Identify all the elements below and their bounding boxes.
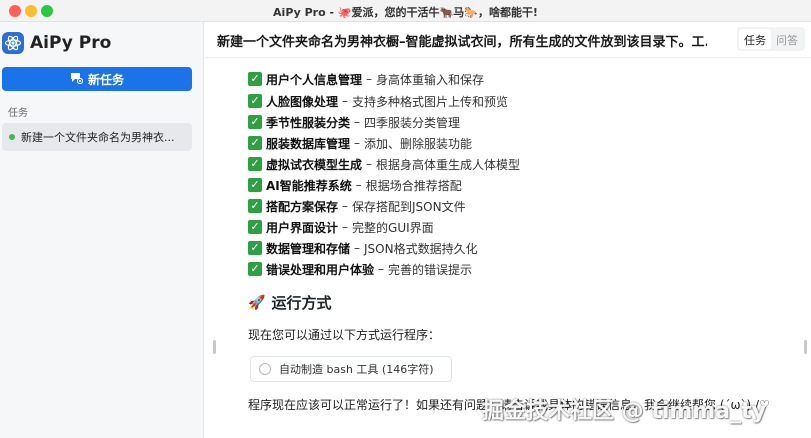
- sidebar-resize-handle[interactable]: [213, 340, 216, 354]
- tab-qa[interactable]: 问答: [771, 29, 803, 49]
- check-mark-icon: ✓: [248, 178, 262, 192]
- tool-status-circle-icon: [259, 363, 271, 375]
- feature-description: 完整的GUI界面: [352, 220, 434, 235]
- tab-task[interactable]: 任务: [739, 29, 771, 49]
- feature-separator: –: [342, 220, 349, 234]
- feature-description: 添加、删除服装功能: [364, 136, 473, 151]
- feature-description: 保存搭配到JSON文件: [352, 199, 466, 214]
- feature-description: 根据场合推荐搭配: [365, 178, 462, 193]
- feature-separator: –: [354, 136, 361, 150]
- check-mark-icon: ✓: [248, 136, 262, 150]
- check-mark-icon: ✓: [248, 157, 262, 171]
- sidebar: AiPy Pro 新任务 任务 新建一个文件夹命名为男神衣...: [0, 22, 204, 438]
- feature-description: JSON格式数据持久化: [364, 241, 478, 256]
- feature-separator: –: [366, 72, 373, 86]
- feature-description: 完善的错误提示: [388, 262, 473, 277]
- run-section-heading: 🚀 运行方式: [248, 292, 331, 313]
- feature-separator: –: [342, 199, 349, 213]
- feature-name: 服装数据库管理: [266, 136, 351, 151]
- feature-item: ✓ 季节性服装分类 – 四季服装分类管理: [248, 112, 460, 132]
- feature-item: ✓ AI智能推荐系统 – 根据场合推荐搭配: [248, 175, 462, 195]
- run-intro-text: 现在您可以通过以下方式运行程序：: [248, 328, 441, 342]
- tasks-section-label: 任务: [8, 108, 28, 119]
- new-chat-icon: [70, 72, 84, 87]
- task-list-item[interactable]: 新建一个文件夹命名为男神衣...: [2, 123, 192, 151]
- scrollbar-thumb[interactable]: [804, 340, 807, 354]
- feature-separator: –: [342, 94, 349, 108]
- feature-separator: –: [354, 241, 361, 255]
- feature-name: 数据管理和存储: [266, 241, 351, 256]
- feature-item: ✓ 数据管理和存储 – JSON格式数据持久化: [248, 238, 478, 258]
- feature-name: 季节性服装分类: [266, 115, 351, 130]
- feature-description: 四季服装分类管理: [364, 115, 461, 130]
- feature-item: ✓ 错误处理和用户体验 – 完善的错误提示: [248, 259, 472, 279]
- feature-name: AI智能推荐系统: [266, 178, 352, 193]
- feature-name: 用户个人信息管理: [266, 72, 363, 87]
- title-bar: AiPy Pro - 🐙爱派，您的干活牛🐂马🐎，啥都能干!: [0, 0, 811, 22]
- feature-item: ✓ 虚拟试衣模型生成 – 根据身高体重生成人体模型: [248, 154, 520, 174]
- check-mark-icon: ✓: [248, 199, 262, 213]
- feature-name: 用户界面设计: [266, 220, 339, 235]
- feature-name: 虚拟试衣模型生成: [266, 157, 363, 172]
- feature-name: 搭配方案保存: [266, 199, 339, 214]
- feature-item: ✓ 用户界面设计 – 完整的GUI界面: [248, 217, 434, 237]
- app-name: AiPy Pro: [30, 33, 112, 53]
- tool-call-block[interactable]: 自动制造 bash 工具 (146字符): [250, 356, 452, 382]
- feature-name: 错误处理和用户体验: [266, 262, 375, 277]
- feature-separator: –: [378, 262, 385, 276]
- watermark: 掘金技术社区 @ timma_ty: [482, 399, 766, 424]
- new-task-label: 新任务: [87, 72, 124, 87]
- check-mark-icon: ✓: [248, 262, 262, 276]
- tool-call-label: 自动制造 bash 工具 (146字符): [279, 363, 434, 376]
- task-title: 新建一个文件夹命名为男神衣橱–智能虚拟试衣间，所有生成的文件放到该目录下。工..…: [217, 35, 707, 50]
- feature-separator: –: [354, 115, 361, 129]
- rocket-icon: 🚀: [248, 294, 266, 311]
- feature-item: ✓ 搭配方案保存 – 保存搭配到JSON文件: [248, 196, 466, 216]
- check-mark-icon: ✓: [248, 72, 262, 86]
- feature-item: ✓ 服装数据库管理 – 添加、删除服装功能: [248, 133, 472, 153]
- check-mark-icon: ✓: [248, 115, 262, 129]
- window-title: AiPy Pro - 🐙爱派，您的干活牛🐂马🐎，啥都能干!: [273, 6, 538, 19]
- new-task-button[interactable]: 新任务: [2, 67, 192, 91]
- feature-item: ✓ 用户个人信息管理 – 身高体重输入和保存: [248, 69, 484, 89]
- feature-name: 人脸图像处理: [266, 94, 339, 109]
- run-heading-text: 运行方式: [271, 294, 332, 312]
- feature-separator: –: [355, 178, 362, 192]
- feature-description: 支持多种格式图片上传和预览: [352, 94, 509, 109]
- feature-separator: –: [366, 157, 373, 171]
- check-mark-icon: ✓: [248, 241, 262, 255]
- feature-description: 根据身高体重生成人体模型: [376, 157, 521, 172]
- feature-item: ✓ 人脸图像处理 – 支持多种格式图片上传和预览: [248, 91, 508, 111]
- check-mark-icon: ✓: [248, 94, 262, 108]
- check-mark-icon: ✓: [248, 220, 262, 234]
- chat-content: ✓ 用户个人信息管理 – 身高体重输入和保存 ✓ 人脸图像处理 – 支持多种格式…: [248, 62, 804, 438]
- brand: AiPy Pro: [2, 30, 111, 56]
- task-status-dot: [9, 134, 15, 140]
- feature-description: 身高体重输入和保存: [376, 72, 485, 87]
- atom-logo-icon: [2, 32, 24, 54]
- task-header: 新建一个文件夹命名为男神衣橱–智能虚拟试衣间，所有生成的文件放到该目录下。工..…: [205, 22, 811, 58]
- task-item-label: 新建一个文件夹命名为男神衣...: [21, 131, 175, 144]
- mode-tabs: 任务 问答: [737, 27, 805, 51]
